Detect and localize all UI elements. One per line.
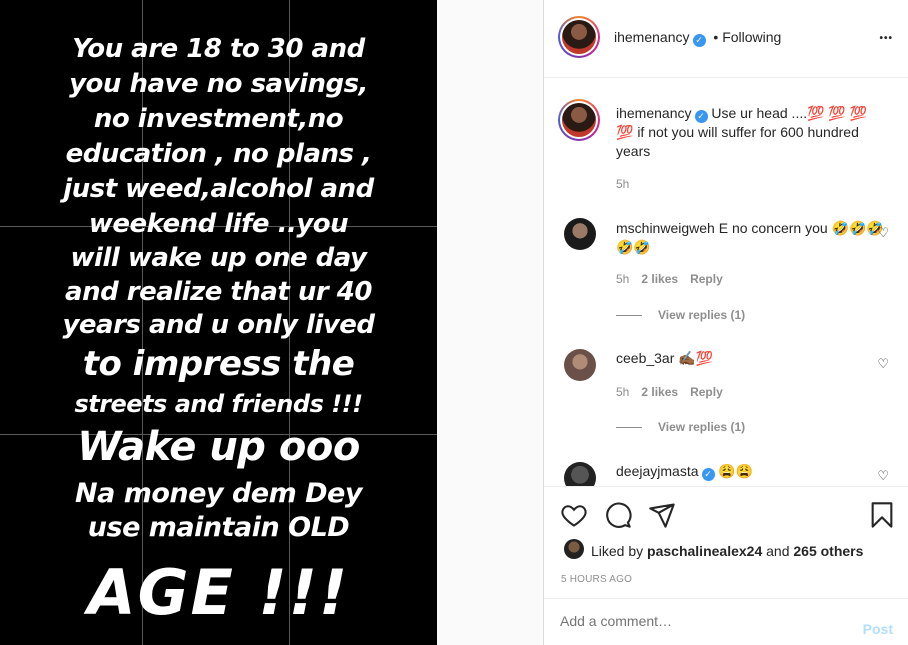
caption-avatar[interactable]	[558, 99, 600, 141]
story-line: years and u only lived	[62, 310, 375, 340]
gutter	[437, 0, 543, 645]
comment-avatar[interactable]	[564, 462, 596, 486]
comment-text: ✍🏾💯	[678, 350, 714, 366]
following-button[interactable]: Following	[722, 29, 781, 45]
comments-list[interactable]: ihemenancy ✓ Use ur head ....💯 💯 💯 💯 if n…	[544, 79, 908, 486]
comment-username[interactable]: ceeb_3ar	[616, 350, 674, 366]
header-username[interactable]: ihemenancy	[614, 29, 690, 45]
post-panel: ihemenancy ✓ • Following ••• ihemenancy ✓ …	[543, 0, 908, 645]
liked-by-avatar[interactable]	[564, 539, 584, 559]
post-button[interactable]: Post	[863, 621, 893, 637]
comment-time: 5h	[616, 385, 630, 399]
more-options-icon[interactable]: •••	[879, 33, 893, 44]
comment-item: deejayjmasta ✓ 😩😩	[616, 462, 886, 481]
comment-text: 😩😩	[718, 463, 754, 479]
view-replies-button[interactable]: View replies (1)	[616, 308, 745, 322]
post-header: ihemenancy ✓ • Following •••	[544, 0, 908, 78]
add-comment-input[interactable]	[560, 613, 840, 629]
like-comment-icon[interactable]: ♡	[877, 468, 889, 484]
like-comment-icon[interactable]: ♡	[877, 356, 889, 372]
comment-username[interactable]: mschinweigweh	[616, 220, 715, 236]
comment-avatar[interactable]	[564, 349, 596, 381]
liked-user-link[interactable]: paschalinealex24	[647, 543, 762, 559]
like-icon[interactable]	[560, 501, 588, 529]
story-line: no investment,no	[93, 104, 344, 134]
comment-meta: 5h 2 likes Reply	[616, 385, 723, 399]
reply-button[interactable]: Reply	[690, 272, 723, 286]
add-comment-bar: Post	[544, 598, 908, 645]
post-timestamp[interactable]: 5 HOURS AGO	[561, 574, 632, 585]
liked-by: Liked by paschalinealex24 and 265 others	[591, 543, 863, 559]
story-line: education , no plans ,	[65, 139, 372, 169]
save-bookmark-icon[interactable]	[868, 501, 896, 529]
reply-button[interactable]: Reply	[690, 385, 723, 399]
post-image[interactable]: You are 18 to 30 and you have no savings…	[0, 0, 437, 645]
liked-prefix: Liked by	[591, 543, 644, 559]
avatar[interactable]	[558, 16, 600, 58]
header-user: ihemenancy ✓ • Following	[614, 29, 781, 47]
caption-time: 5h	[616, 177, 630, 191]
comment-likes[interactable]: 2 likes	[641, 272, 678, 286]
view-replies-button[interactable]: View replies (1)	[616, 420, 745, 434]
story-line: just weed,alcohol and	[63, 174, 374, 204]
post-actions: Liked by paschalinealex24 and 265 others…	[544, 486, 908, 598]
separator: •	[713, 29, 719, 45]
verified-icon: ✓	[692, 34, 706, 47]
verified-icon: ✓	[701, 468, 715, 481]
comment-avatar[interactable]	[564, 218, 596, 250]
story-line: streets and friends !!!	[74, 390, 363, 418]
comment-item: ceeb_3ar ✍🏾💯	[616, 349, 886, 368]
story-line: weekend life ..you	[88, 209, 349, 239]
story-line: You are 18 to 30 and	[72, 34, 365, 64]
story-line: to impress the	[82, 344, 355, 384]
comment-meta: 5h 2 likes Reply	[616, 272, 723, 286]
story-line: and realize that ur 40	[65, 277, 372, 307]
story-line: Na money dem Dey	[75, 478, 362, 509]
like-comment-icon[interactable]: ♡	[877, 225, 889, 241]
comment-likes[interactable]: 2 likes	[641, 385, 678, 399]
liked-others-link[interactable]: 265 others	[793, 543, 863, 559]
verified-icon: ✓	[694, 110, 708, 123]
story-line: Wake up ooo	[77, 424, 360, 470]
story-line: will wake up one day	[70, 243, 367, 273]
caption-username[interactable]: ihemenancy	[616, 105, 692, 121]
comment-time: 5h	[616, 272, 630, 286]
caption: ihemenancy ✓ Use ur head ....💯 💯 💯 💯 if n…	[616, 104, 886, 161]
share-icon[interactable]	[648, 501, 676, 529]
liked-and: and	[766, 543, 790, 559]
comment-icon[interactable]	[604, 501, 632, 529]
comment-item: mschinweigweh E no concern you 🤣🤣🤣🤣🤣	[616, 219, 886, 257]
comment-username[interactable]: deejayjmasta	[616, 463, 699, 479]
story-text: You are 18 to 30 and you have no savings…	[0, 0, 437, 645]
story-line: AGE !!!	[87, 556, 350, 629]
story-line: use maintain OLD	[87, 512, 350, 543]
story-line: you have no savings,	[69, 69, 368, 99]
